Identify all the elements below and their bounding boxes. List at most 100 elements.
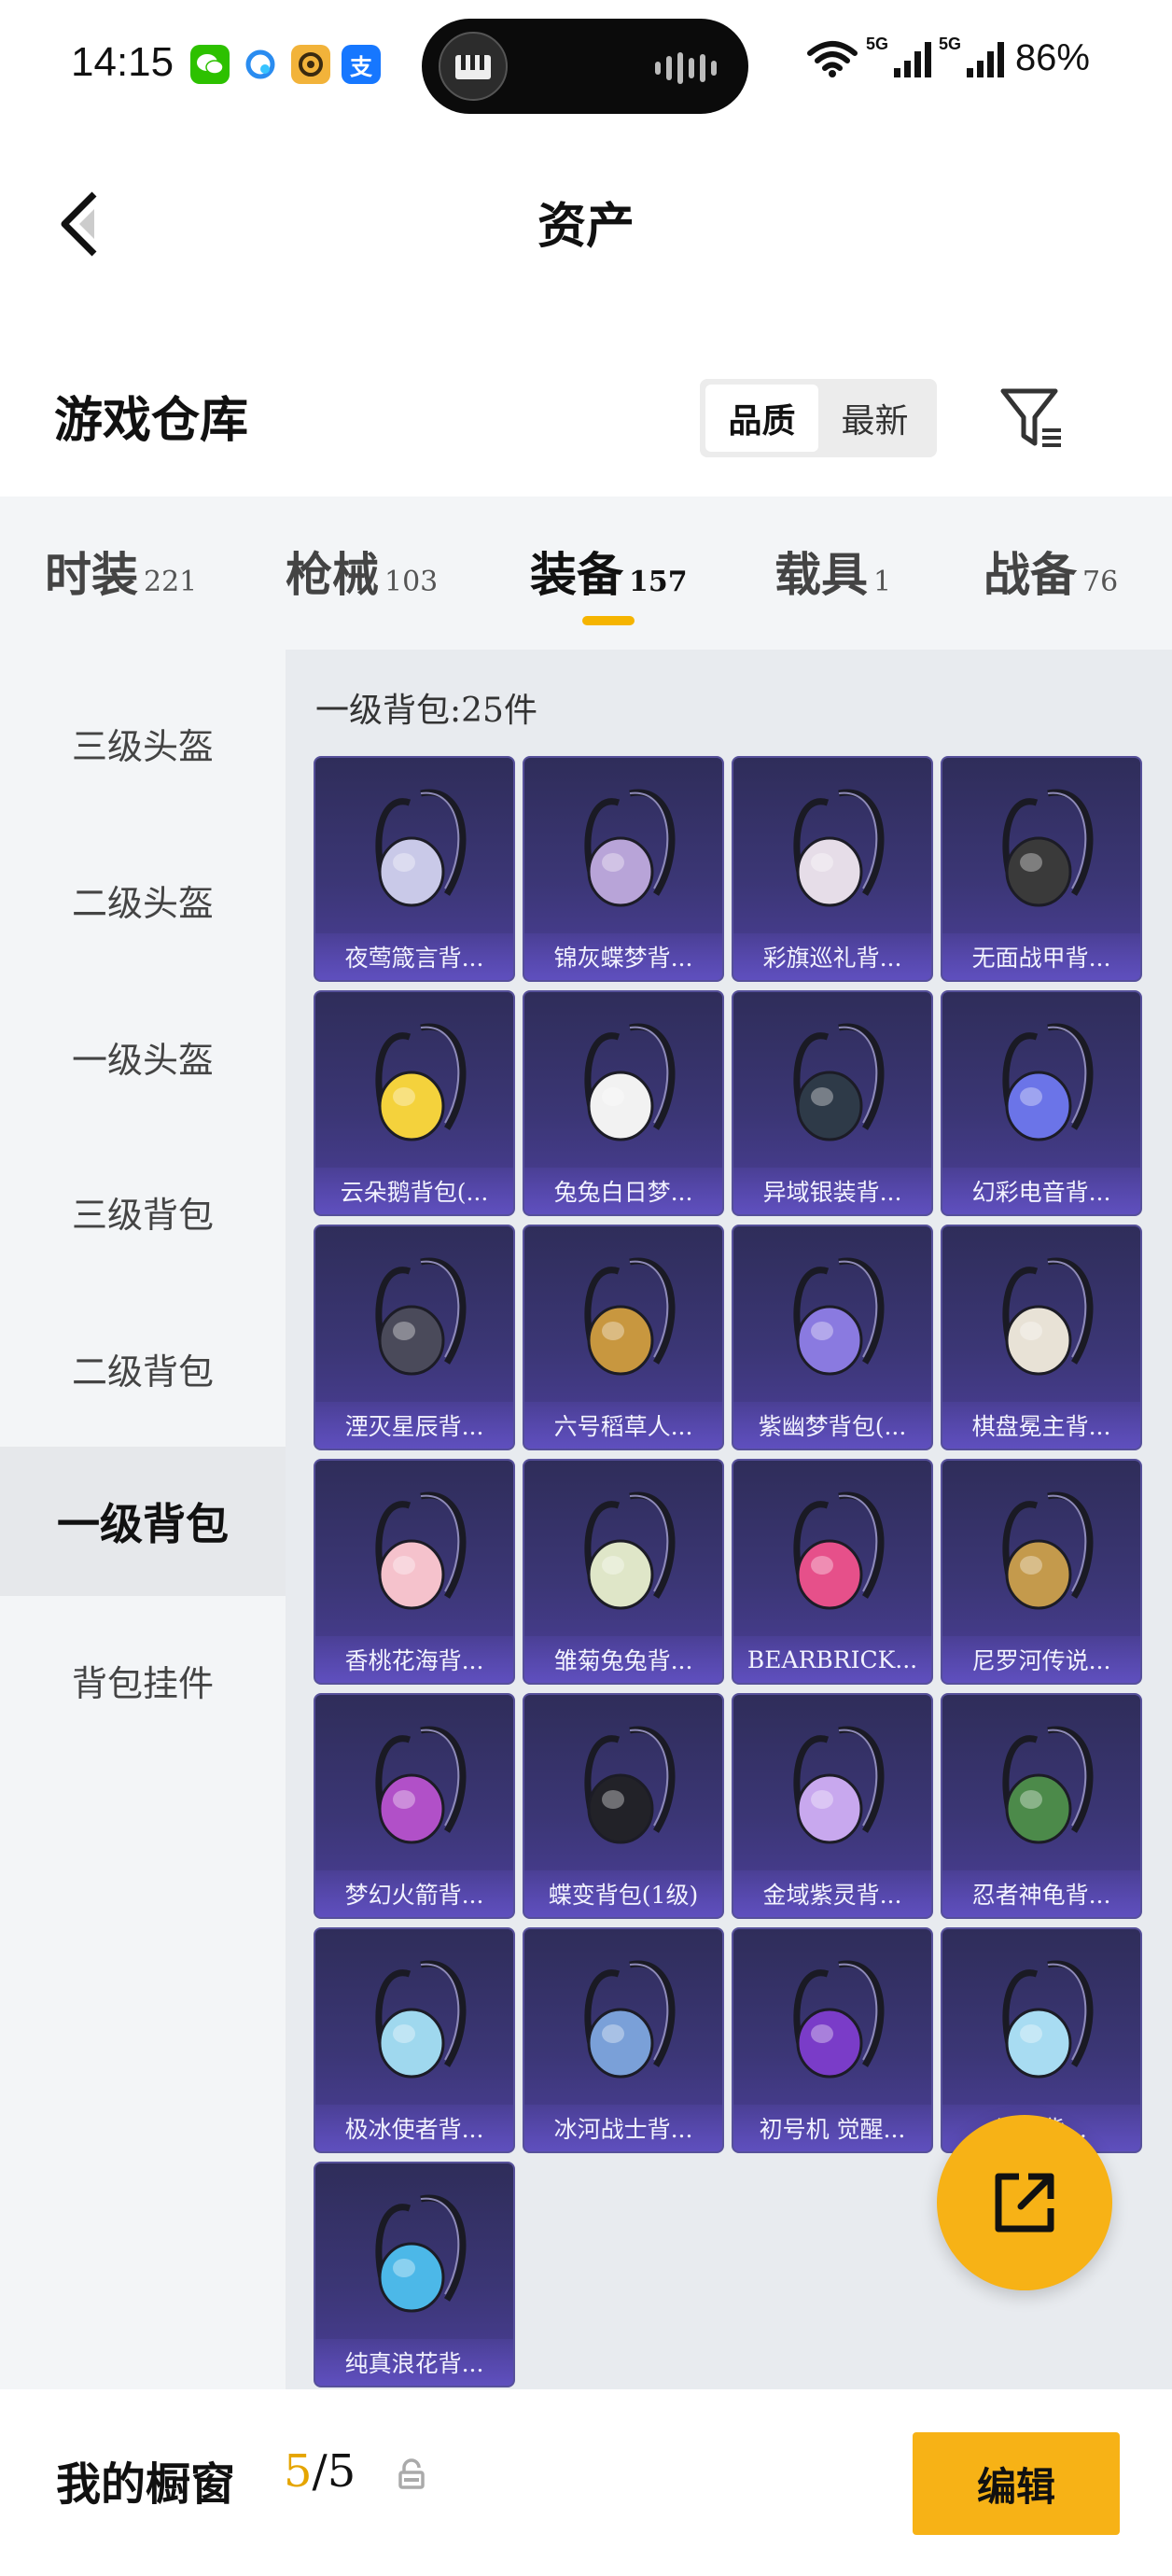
item-card[interactable]: 雏菊兔兔背... [523, 1459, 724, 1685]
tab-equipment[interactable]: 装备 157 [530, 538, 688, 605]
backpack-icon [315, 758, 513, 941]
backpack-icon [942, 1461, 1140, 1644]
external-link-icon [995, 2173, 1054, 2233]
item-card[interactable]: 冰河战士背... [523, 1927, 724, 2153]
backpack-icon [524, 992, 722, 1175]
item-name: 尼罗河传说... [942, 1636, 1140, 1683]
backpack-icon [733, 1226, 931, 1409]
item-name: 彩旗巡礼背... [733, 933, 931, 980]
system-status: 5G 5G 86% [806, 35, 1090, 79]
active-tab-indicator [582, 616, 635, 625]
item-card[interactable]: 彩旗巡礼背... [732, 756, 933, 982]
item-card[interactable]: 极冰使者背... [314, 1927, 515, 2153]
alipay-icon: 支 [342, 45, 381, 84]
side-item-level1-helmet[interactable]: 一级头盔 [0, 982, 286, 1131]
item-name: 云朵鹅背包(... [315, 1168, 513, 1214]
side-item-level3-backpack[interactable]: 三级背包 [0, 1137, 286, 1286]
sort-quality-button[interactable]: 品质 [705, 385, 818, 452]
item-card[interactable]: 棋盘冕主背... [941, 1225, 1142, 1450]
tab-weapons[interactable]: 枪械 103 [286, 538, 438, 605]
filter-button[interactable] [995, 381, 1069, 455]
backpack-icon [315, 2163, 513, 2346]
backpack-icon [524, 1461, 722, 1644]
item-card[interactable]: 忍者神龟背... [941, 1693, 1142, 1919]
backpack-icon [315, 992, 513, 1175]
item-name: 兔兔白日梦... [524, 1168, 722, 1214]
item-name: 紫幽梦背包(... [733, 1402, 931, 1449]
warehouse-title: 游戏仓库 [54, 392, 249, 449]
item-card[interactable]: 湮灭星辰背... [314, 1225, 515, 1450]
item-name: 夜莺箴言背... [315, 933, 513, 980]
backpack-icon [942, 992, 1140, 1175]
item-card[interactable]: 尼罗河传说... [941, 1459, 1142, 1685]
backpack-icon [733, 1461, 931, 1644]
item-name: 初号机 觉醒... [733, 2105, 931, 2151]
section-title: 一级背包:25件 [315, 692, 537, 730]
wechat-icon [190, 45, 230, 84]
backpack-icon [733, 758, 931, 941]
side-item-level1-backpack[interactable]: 一级背包 [0, 1447, 286, 1596]
item-card[interactable]: BEARBRICK... [732, 1459, 933, 1685]
signal-1-icon: 5G [866, 35, 931, 77]
item-name: 蝶变背包(1级) [524, 1870, 722, 1917]
item-card[interactable]: 异域银装背... [732, 990, 933, 1216]
item-name: 湮灭星辰背... [315, 1402, 513, 1449]
item-card[interactable]: 香桃花海背... [314, 1459, 515, 1685]
item-card[interactable]: 金域紫灵背... [732, 1693, 933, 1919]
item-name: 幻彩电音背... [942, 1168, 1140, 1214]
backpack-icon [942, 1226, 1140, 1409]
side-item-level2-backpack[interactable]: 二级背包 [0, 1294, 286, 1443]
item-card[interactable]: 兔兔白日梦... [523, 990, 724, 1216]
backpack-icon [315, 1695, 513, 1878]
tab-combat-prep[interactable]: 战备 76 [984, 538, 1118, 605]
item-card[interactable]: 锦灰蝶梦背... [523, 756, 724, 982]
filter-icon [1000, 388, 1061, 447]
sort-toggle: 品质 最新 [700, 379, 937, 457]
item-card[interactable]: 蝶变背包(1级) [523, 1693, 724, 1919]
dynamic-island[interactable] [422, 19, 748, 114]
item-name: 无面战甲背... [942, 933, 1140, 980]
item-name: 异域银装背... [733, 1168, 931, 1214]
item-name: 金域紫灵背... [733, 1870, 931, 1917]
item-card[interactable]: 六号稻草人... [523, 1225, 724, 1450]
item-card[interactable]: 梦幻火箭背... [314, 1693, 515, 1919]
item-card[interactable]: 无面战甲背... [941, 756, 1142, 982]
status-bar: 14:15 支 5G 5G 86% [0, 0, 1172, 131]
showcase-bar: 我的橱窗 5/5 编辑 [0, 2389, 1172, 2576]
subcategory-menu: 三级头盔 二级头盔 一级头盔 三级背包 二级背包 一级背包 背包挂件 [0, 650, 286, 2389]
item-card[interactable]: 云朵鹅背包(... [314, 990, 515, 1216]
item-name: 锦灰蝶梦背... [524, 933, 722, 980]
item-name: 纯真浪花背... [315, 2339, 513, 2386]
showcase-label: 我的橱窗 [56, 2458, 236, 2511]
share-button[interactable] [937, 2115, 1112, 2290]
item-card[interactable]: 纯真浪花背... [314, 2162, 515, 2387]
side-item-level3-helmet[interactable]: 三级头盔 [0, 668, 286, 818]
qq-browser-icon [241, 45, 280, 84]
edit-button[interactable]: 编辑 [913, 2432, 1120, 2535]
clock: 14:15 [71, 39, 174, 85]
backpack-icon [524, 1695, 722, 1878]
item-name: 棋盘冕主背... [942, 1402, 1140, 1449]
backpack-icon [733, 992, 931, 1175]
item-name: BEARBRICK... [733, 1636, 931, 1683]
item-card[interactable]: 夜莺箴言背... [314, 756, 515, 982]
item-name: 梦幻火箭背... [315, 1870, 513, 1917]
notification-icons: 支 [190, 45, 381, 84]
backpack-icon [315, 1226, 513, 1409]
backpack-icon [524, 1929, 722, 2112]
side-item-level2-helmet[interactable]: 二级头盔 [0, 825, 286, 974]
battery-level: 86% [1014, 37, 1090, 78]
header: 资产 [0, 149, 1172, 289]
item-name: 极冰使者背... [315, 2105, 513, 2151]
item-card[interactable]: 初号机 觉醒... [732, 1927, 933, 2153]
tab-vehicles[interactable]: 载具 1 [774, 538, 891, 605]
item-card[interactable]: 紫幽梦背包(... [732, 1225, 933, 1450]
item-name: 香桃花海背... [315, 1636, 513, 1683]
side-item-backpack-charm[interactable]: 背包挂件 [0, 1605, 286, 1755]
item-card[interactable]: 幻彩电音背... [941, 990, 1142, 1216]
page-title: 资产 [537, 198, 635, 255]
tab-fashion[interactable]: 时装 221 [45, 538, 197, 605]
showcase-count: 5/5 [284, 2445, 356, 2498]
backpack-icon [942, 758, 1140, 941]
sort-newest-button[interactable]: 最新 [818, 385, 931, 452]
